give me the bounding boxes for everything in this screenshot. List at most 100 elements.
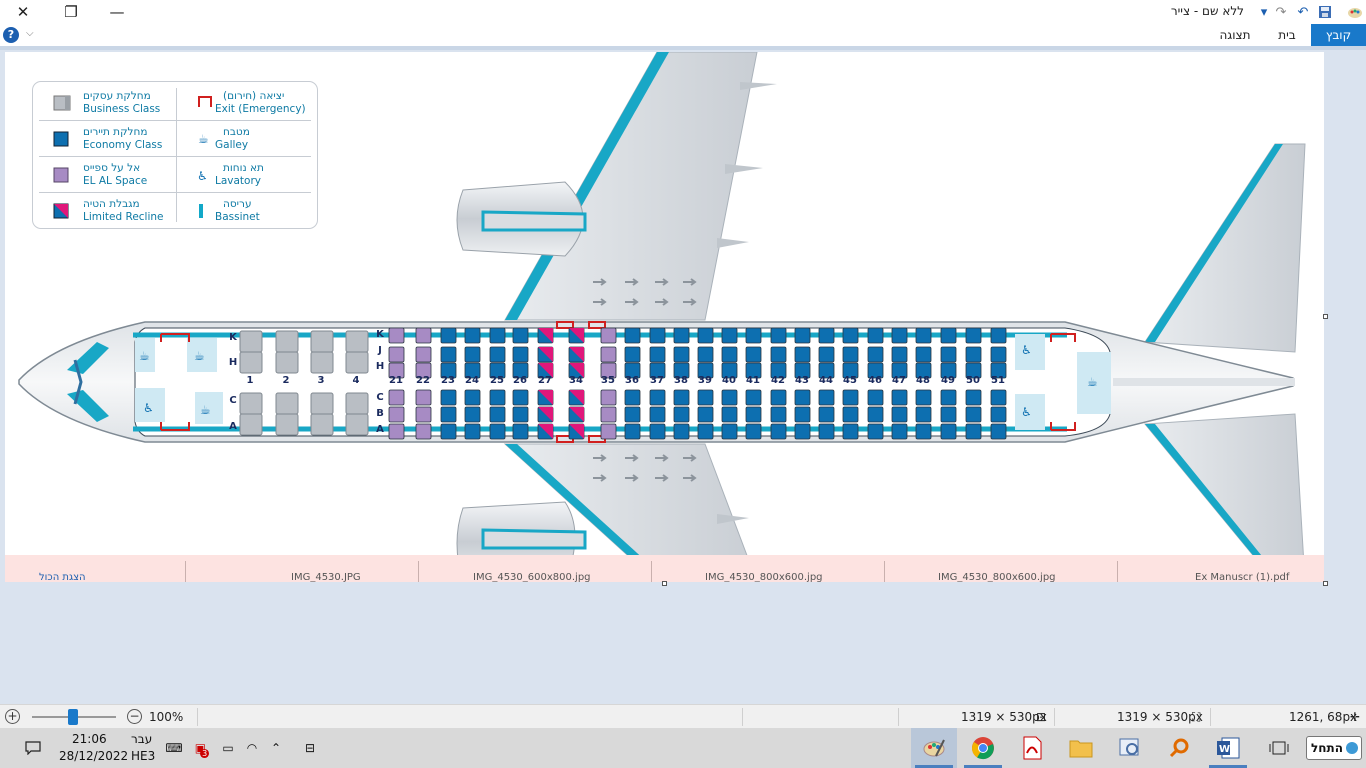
economy-seat xyxy=(770,423,787,440)
economy-seat xyxy=(842,327,859,344)
economy-seat xyxy=(745,406,762,423)
clock-date[interactable]: 28/12/2022 xyxy=(59,749,128,763)
legend-label-he: מחלקת עסקים xyxy=(83,90,151,102)
start-button[interactable]: התחל xyxy=(1306,736,1362,760)
paint-icon xyxy=(923,739,945,757)
minimize-button[interactable]: — xyxy=(94,0,140,24)
show-all-link[interactable]: הצגת הכול xyxy=(39,572,86,582)
tab-file[interactable]: קובץ xyxy=(1311,24,1366,46)
seat-letter: A xyxy=(229,421,237,432)
tab-home[interactable]: בית xyxy=(1266,24,1308,46)
legend-label-he: יציאה (חירום) xyxy=(223,90,285,102)
pdf-icon xyxy=(1023,736,1042,760)
legend-label-en: Lavatory xyxy=(215,175,262,187)
economy-seat xyxy=(794,389,811,406)
viewer-taskbar-app[interactable] xyxy=(1107,728,1153,768)
file-item[interactable]: IMG_4530.JPG xyxy=(291,572,361,582)
zoom-out-button[interactable]: − xyxy=(127,709,142,724)
language-indicator[interactable]: HE3 xyxy=(131,749,155,763)
chrome-taskbar-app[interactable] xyxy=(960,728,1006,768)
row-number: 38 xyxy=(674,375,688,386)
resize-handle-corner[interactable] xyxy=(1323,581,1328,586)
pdf-taskbar-app[interactable] xyxy=(1009,728,1055,768)
save-icon[interactable] xyxy=(1316,3,1334,21)
business-seat xyxy=(345,413,369,436)
file-item[interactable]: IMG_4530_800x600.jpg xyxy=(705,572,823,582)
row-number: 24 xyxy=(465,375,479,386)
resize-handle-right[interactable] xyxy=(1323,314,1328,319)
paint-canvas[interactable]: ☕ ☕ ☕ ☕ ♿ ♿ ♿ 1 2 3 4 21 22 23 24 25 26 27 34 35 36 37 38 39 4… xyxy=(5,52,1324,582)
help-icon[interactable]: ? xyxy=(3,27,19,43)
redo-icon[interactable]: ↷ xyxy=(1272,3,1290,21)
explorer-taskbar-app[interactable] xyxy=(1058,728,1104,768)
language-indicator-top[interactable]: עבר xyxy=(131,732,152,746)
space-seat xyxy=(388,406,405,423)
file-item[interactable]: Ex Manuscr (1).pdf xyxy=(1195,572,1289,582)
collapse-ribbon-icon[interactable]: ⌵ xyxy=(26,28,34,39)
economy-seat xyxy=(673,327,690,344)
zoom-in-button[interactable]: + xyxy=(5,709,20,724)
economy-seat xyxy=(867,423,884,440)
paint-taskbar-app[interactable] xyxy=(911,728,957,768)
economy-seat xyxy=(915,327,932,344)
row-number: 39 xyxy=(698,375,712,386)
close-button[interactable]: ✕ xyxy=(0,0,46,24)
economy-seat xyxy=(440,346,457,363)
legend-separator xyxy=(39,156,311,157)
tray-app-icon[interactable]: ▣ 3 xyxy=(192,728,212,768)
economy-seat xyxy=(794,327,811,344)
window-title: ללא שם - צייר xyxy=(1170,4,1244,18)
economy-seat xyxy=(794,346,811,363)
economy-seat xyxy=(990,423,1007,440)
ribbon-divider xyxy=(0,46,1366,50)
legend-item: מגבלת הטיה Limited Recline xyxy=(39,195,177,229)
economy-seat xyxy=(440,389,457,406)
row-number: 26 xyxy=(513,375,527,386)
economy-seat xyxy=(512,327,529,344)
clock-time[interactable]: 21:06 xyxy=(72,732,107,746)
maximize-button[interactable]: ❐ xyxy=(48,0,94,24)
wifi-icon[interactable]: ◠ xyxy=(242,728,262,768)
start-label: התחל xyxy=(1311,741,1343,755)
economy-seat xyxy=(745,346,762,363)
task-view-button[interactable] xyxy=(1256,728,1302,768)
economy-seat xyxy=(624,389,641,406)
chrome-icon xyxy=(972,737,994,760)
economy-seat xyxy=(990,389,1007,406)
economy-seat xyxy=(940,346,957,363)
keyboard-icon[interactable]: ⌨ xyxy=(162,728,186,768)
legend-label-en: Business Class xyxy=(83,103,161,115)
seat-letter: B xyxy=(376,408,384,419)
dropdown-icon[interactable]: ▾ xyxy=(1255,3,1273,21)
economy-seat xyxy=(697,423,714,440)
zoom-level: 100% xyxy=(149,710,184,724)
touch-keyboard-icon[interactable]: ⊟ xyxy=(297,728,323,768)
search-taskbar-app[interactable] xyxy=(1156,728,1202,768)
row-number: 34 xyxy=(569,375,583,386)
economy-seat xyxy=(940,423,957,440)
legend-item: מחלקת תיירים Economy Class xyxy=(39,123,177,157)
word-taskbar-app[interactable]: W xyxy=(1205,728,1251,768)
economy-seat xyxy=(842,346,859,363)
business-seat xyxy=(239,392,263,415)
economy-seat xyxy=(464,389,481,406)
show-hidden-icons-icon[interactable]: ⌃ xyxy=(266,728,286,768)
economy-seat xyxy=(940,389,957,406)
economy-seat xyxy=(891,406,908,423)
notification-icon[interactable] xyxy=(20,728,46,768)
file-item[interactable]: IMG_4530_800x600.jpg xyxy=(938,572,1056,582)
file-item[interactable]: IMG_4530_600x800.jpg xyxy=(473,572,591,582)
tab-view[interactable]: תצוגה xyxy=(1210,24,1260,46)
economy-seat xyxy=(794,423,811,440)
resize-handle-bottom[interactable] xyxy=(662,581,667,586)
business-seat xyxy=(239,330,263,353)
svg-text:♿: ♿ xyxy=(143,401,154,415)
zoom-slider-thumb[interactable] xyxy=(68,709,78,725)
battery-icon[interactable]: ▭ xyxy=(218,728,238,768)
row-number: 4 xyxy=(353,375,360,386)
undo-icon[interactable]: ↶ xyxy=(1294,3,1312,21)
economy-seat xyxy=(697,327,714,344)
row-number: 1 xyxy=(247,375,254,386)
space-seat xyxy=(415,406,432,423)
row-number: 27 xyxy=(538,375,552,386)
